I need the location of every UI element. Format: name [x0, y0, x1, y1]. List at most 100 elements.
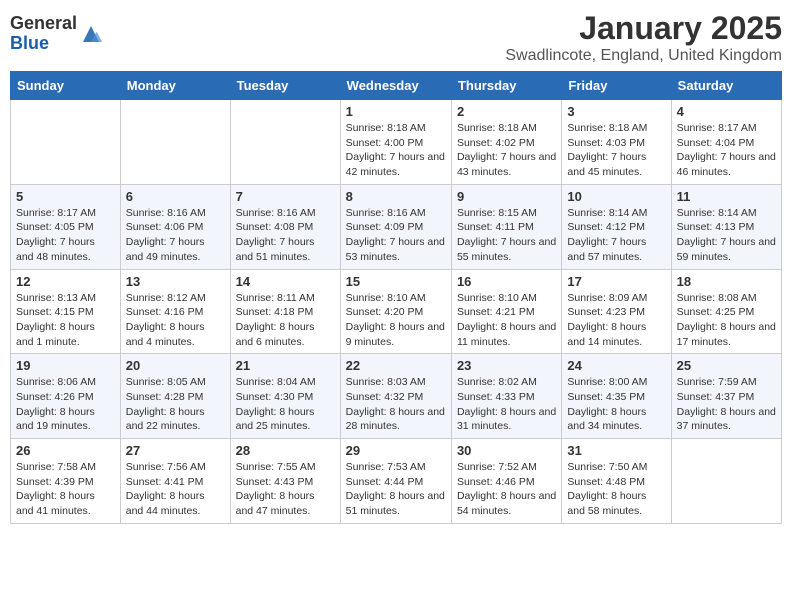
- day-number: 2: [457, 104, 556, 119]
- day-number: 28: [236, 443, 335, 458]
- day-number: 5: [16, 189, 115, 204]
- day-number: 12: [16, 274, 115, 289]
- day-number: 13: [126, 274, 225, 289]
- calendar-cell: 10Sunrise: 8:14 AM Sunset: 4:12 PM Dayli…: [562, 184, 671, 269]
- day-info: Sunrise: 8:16 AM Sunset: 4:08 PM Dayligh…: [236, 206, 335, 265]
- day-number: 14: [236, 274, 335, 289]
- day-info: Sunrise: 8:17 AM Sunset: 4:04 PM Dayligh…: [677, 121, 776, 180]
- calendar-cell: 18 Sunrise: 8:08 AM Sunset: 4:25 PM Dayli…: [671, 269, 781, 354]
- calendar-cell: [120, 100, 230, 185]
- calendar-cell: 5 Sunrise: 8:17 AM Sunset: 4:05 PM Daylig…: [11, 184, 121, 269]
- day-info: Sunrise: 7:58 AM Sunset: 4:39 PM Dayligh…: [16, 460, 115, 519]
- day-number: 3: [567, 104, 665, 119]
- calendar-week-row: 19 Sunrise: 8:06 AM Sunset: 4:26 PM Dayli…: [11, 354, 782, 439]
- calendar-cell: [230, 100, 340, 185]
- calendar-week-row: 1 Sunrise: 8:18 AM Sunset: 4:00 PM Daylig…: [11, 100, 782, 185]
- day-info: Sunrise: 8:16 AM Sunset: 4:06 PM Dayligh…: [126, 206, 225, 265]
- day-info: Sunrise: 8:03 AM Sunset: 4:32 PM Dayligh…: [346, 375, 446, 434]
- day-info: Sunrise: 8:10 AM Sunset: 4:20 PM Dayligh…: [346, 291, 446, 350]
- day-number: 21: [236, 358, 335, 373]
- day-info: Sunrise: 8:14 AM Sunset: 4:12 PM Dayligh…: [567, 206, 665, 265]
- month-title: January 2025: [505, 10, 782, 47]
- col-header-wednesday: Wednesday: [340, 72, 451, 100]
- day-number: 22: [346, 358, 446, 373]
- day-info: Sunrise: 8:00 AM Sunset: 4:35 PM Dayligh…: [567, 375, 665, 434]
- calendar-cell: 21 Sunrise: 8:04 AM Sunset: 4:30 PM Dayli…: [230, 354, 340, 439]
- calendar-table: SundayMondayTuesdayWednesdayThursdayFrid…: [10, 71, 782, 524]
- col-header-thursday: Thursday: [451, 72, 561, 100]
- day-number: 7: [236, 189, 335, 204]
- day-number: 16: [457, 274, 556, 289]
- col-header-tuesday: Tuesday: [230, 72, 340, 100]
- calendar-cell: 11 Sunrise: 8:14 AM Sunset: 4:13 PM Dayli…: [671, 184, 781, 269]
- calendar-cell: 20Sunrise: 8:05 AM Sunset: 4:28 PM Dayli…: [120, 354, 230, 439]
- calendar-header-row: SundayMondayTuesdayWednesdayThursdayFrid…: [11, 72, 782, 100]
- day-info: Sunrise: 8:18 AM Sunset: 4:02 PM Dayligh…: [457, 121, 556, 180]
- day-info: Sunrise: 8:08 AM Sunset: 4:25 PM Dayligh…: [677, 291, 776, 350]
- calendar-week-row: 12 Sunrise: 8:13 AM Sunset: 4:15 PM Dayli…: [11, 269, 782, 354]
- calendar-cell: 1 Sunrise: 8:18 AM Sunset: 4:00 PM Daylig…: [340, 100, 451, 185]
- day-number: 29: [346, 443, 446, 458]
- day-number: 19: [16, 358, 115, 373]
- day-number: 18: [677, 274, 776, 289]
- day-info: Sunrise: 8:12 AM Sunset: 4:16 PM Dayligh…: [126, 291, 225, 350]
- day-info: Sunrise: 8:13 AM Sunset: 4:15 PM Dayligh…: [16, 291, 115, 350]
- calendar-cell: [671, 439, 781, 524]
- day-info: Sunrise: 8:10 AM Sunset: 4:21 PM Dayligh…: [457, 291, 556, 350]
- calendar-cell: 24Sunrise: 8:00 AM Sunset: 4:35 PM Dayli…: [562, 354, 671, 439]
- page-header: General Blue January 2025 Swadlincote, E…: [10, 10, 782, 65]
- day-info: Sunrise: 8:11 AM Sunset: 4:18 PM Dayligh…: [236, 291, 335, 350]
- calendar-cell: 26Sunrise: 7:58 AM Sunset: 4:39 PM Dayli…: [11, 439, 121, 524]
- day-number: 1: [346, 104, 446, 119]
- day-info: Sunrise: 8:17 AM Sunset: 4:05 PM Dayligh…: [16, 206, 115, 265]
- calendar-cell: 22 Sunrise: 8:03 AM Sunset: 4:32 PM Dayli…: [340, 354, 451, 439]
- calendar-cell: 31Sunrise: 7:50 AM Sunset: 4:48 PM Dayli…: [562, 439, 671, 524]
- calendar-cell: 4 Sunrise: 8:17 AM Sunset: 4:04 PM Daylig…: [671, 100, 781, 185]
- calendar-cell: 13 Sunrise: 8:12 AM Sunset: 4:16 PM Dayli…: [120, 269, 230, 354]
- logo: General Blue: [10, 14, 103, 54]
- calendar-cell: 15 Sunrise: 8:10 AM Sunset: 4:20 PM Dayli…: [340, 269, 451, 354]
- day-info: Sunrise: 8:14 AM Sunset: 4:13 PM Dayligh…: [677, 206, 776, 265]
- day-number: 9: [457, 189, 556, 204]
- day-number: 4: [677, 104, 776, 119]
- calendar-cell: 14 Sunrise: 8:11 AM Sunset: 4:18 PM Dayli…: [230, 269, 340, 354]
- day-number: 27: [126, 443, 225, 458]
- calendar-week-row: 26Sunrise: 7:58 AM Sunset: 4:39 PM Dayli…: [11, 439, 782, 524]
- day-number: 11: [677, 189, 776, 204]
- day-info: Sunrise: 8:15 AM Sunset: 4:11 PM Dayligh…: [457, 206, 556, 265]
- logo-icon: [79, 22, 103, 46]
- calendar-week-row: 5 Sunrise: 8:17 AM Sunset: 4:05 PM Daylig…: [11, 184, 782, 269]
- col-header-sunday: Sunday: [11, 72, 121, 100]
- day-info: Sunrise: 8:06 AM Sunset: 4:26 PM Dayligh…: [16, 375, 115, 434]
- calendar-cell: 16 Sunrise: 8:10 AM Sunset: 4:21 PM Dayli…: [451, 269, 561, 354]
- day-info: Sunrise: 8:18 AM Sunset: 4:00 PM Dayligh…: [346, 121, 446, 180]
- col-header-monday: Monday: [120, 72, 230, 100]
- day-info: Sunrise: 7:53 AM Sunset: 4:44 PM Dayligh…: [346, 460, 446, 519]
- day-info: Sunrise: 8:04 AM Sunset: 4:30 PM Dayligh…: [236, 375, 335, 434]
- day-info: Sunrise: 8:05 AM Sunset: 4:28 PM Dayligh…: [126, 375, 225, 434]
- day-info: Sunrise: 8:02 AM Sunset: 4:33 PM Dayligh…: [457, 375, 556, 434]
- day-number: 30: [457, 443, 556, 458]
- calendar-cell: 12 Sunrise: 8:13 AM Sunset: 4:15 PM Dayli…: [11, 269, 121, 354]
- calendar-cell: 17 Sunrise: 8:09 AM Sunset: 4:23 PM Dayli…: [562, 269, 671, 354]
- day-info: Sunrise: 7:59 AM Sunset: 4:37 PM Dayligh…: [677, 375, 776, 434]
- col-header-saturday: Saturday: [671, 72, 781, 100]
- day-number: 15: [346, 274, 446, 289]
- day-info: Sunrise: 7:55 AM Sunset: 4:43 PM Dayligh…: [236, 460, 335, 519]
- calendar-cell: 30 Sunrise: 7:52 AM Sunset: 4:46 PM Dayli…: [451, 439, 561, 524]
- location-subtitle: Swadlincote, England, United Kingdom: [505, 47, 782, 65]
- day-number: 31: [567, 443, 665, 458]
- day-number: 23: [457, 358, 556, 373]
- logo-general-text: General: [10, 14, 77, 34]
- calendar-cell: 23 Sunrise: 8:02 AM Sunset: 4:33 PM Dayli…: [451, 354, 561, 439]
- calendar-cell: 25 Sunrise: 7:59 AM Sunset: 4:37 PM Dayli…: [671, 354, 781, 439]
- day-number: 25: [677, 358, 776, 373]
- title-area: January 2025 Swadlincote, England, Unite…: [505, 10, 782, 65]
- day-number: 17: [567, 274, 665, 289]
- calendar-cell: 27Sunrise: 7:56 AM Sunset: 4:41 PM Dayli…: [120, 439, 230, 524]
- calendar-cell: 7 Sunrise: 8:16 AM Sunset: 4:08 PM Daylig…: [230, 184, 340, 269]
- day-info: Sunrise: 7:52 AM Sunset: 4:46 PM Dayligh…: [457, 460, 556, 519]
- day-info: Sunrise: 8:09 AM Sunset: 4:23 PM Dayligh…: [567, 291, 665, 350]
- calendar-cell: 9 Sunrise: 8:15 AM Sunset: 4:11 PM Daylig…: [451, 184, 561, 269]
- day-number: 6: [126, 189, 225, 204]
